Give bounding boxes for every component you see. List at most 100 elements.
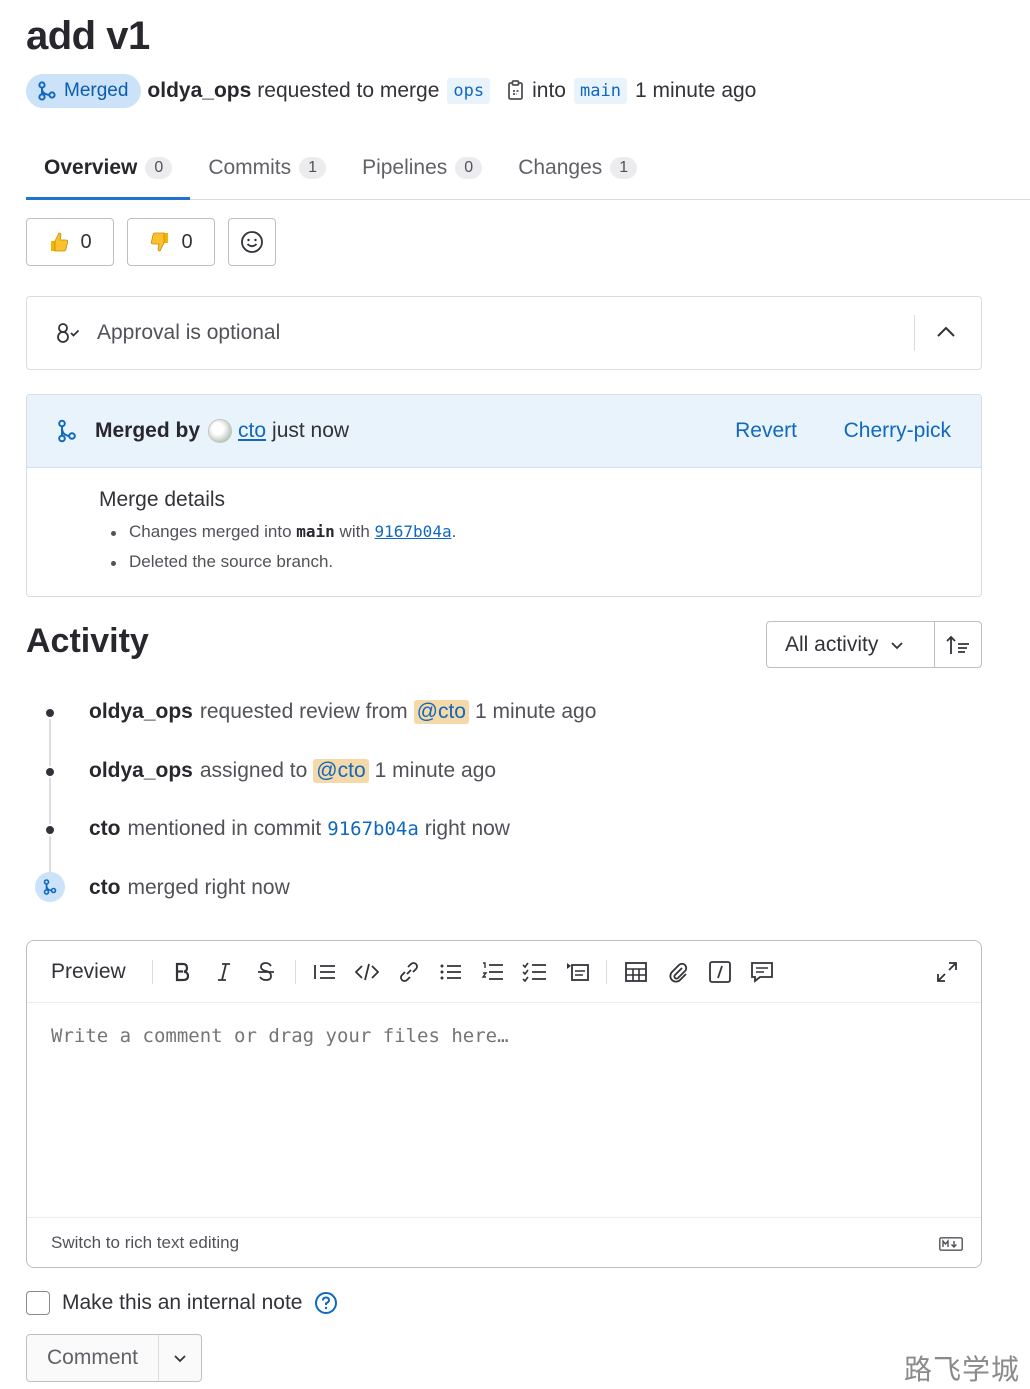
merge-icon: [38, 81, 56, 101]
task-list-icon[interactable]: [514, 954, 556, 990]
merge-details: Merge details Changes merged into main w…: [27, 468, 981, 572]
internal-note-checkbox[interactable]: [26, 1291, 50, 1315]
sort-order-button[interactable]: [935, 622, 981, 667]
quick-actions-icon[interactable]: [699, 954, 741, 990]
comment-split-button: Comment: [26, 1334, 202, 1382]
link-icon[interactable]: [388, 954, 430, 990]
chevron-down-icon: [890, 638, 904, 652]
thumbs-up-count: 0: [80, 230, 92, 253]
merged-header: Merged by cto just now Revert Cherry-pic…: [27, 395, 981, 468]
bold-icon[interactable]: [161, 954, 203, 990]
cherry-pick-button[interactable]: Cherry-pick: [844, 419, 951, 443]
italic-icon[interactable]: [203, 954, 245, 990]
table-icon[interactable]: [615, 954, 657, 990]
divider: [151, 959, 153, 984]
timeline-item: oldya_ops assigned to @cto 1 minute ago: [89, 756, 496, 786]
internal-note-row: Make this an internal note: [26, 1291, 338, 1315]
activity-filter-dropdown[interactable]: All activity: [767, 622, 935, 667]
tab-overview[interactable]: Overview 0: [26, 138, 191, 200]
mr-tabs: Overview 0 Commits 1 Pipelines 0 Changes…: [26, 138, 1030, 200]
merge-icon: [57, 419, 77, 443]
merge-detail-item: Deleted the source branch.: [109, 552, 981, 572]
tab-changes[interactable]: Changes 1: [500, 138, 655, 198]
chevron-down-icon: [173, 1351, 187, 1365]
user-mention[interactable]: @cto: [413, 700, 469, 724]
preview-button[interactable]: Preview: [51, 960, 126, 984]
approval-widget: Approval is optional: [26, 296, 982, 370]
comment-editor: Preview Switch to rich text editing: [26, 940, 982, 1268]
bullet-list-icon[interactable]: [430, 954, 472, 990]
divider: [914, 315, 915, 351]
user-mention[interactable]: @cto: [313, 759, 369, 783]
activity-filter-label: All activity: [785, 632, 879, 656]
commit-sha-link[interactable]: 9167b04a: [327, 818, 419, 840]
timeline-dot: [44, 824, 56, 836]
timeline-time: right now: [424, 817, 510, 840]
detail-branch: main: [296, 522, 335, 541]
editor-toolbar: Preview: [27, 941, 981, 1003]
comment-textarea[interactable]: [27, 1003, 981, 1219]
tab-label: Changes: [518, 156, 603, 179]
revert-button[interactable]: Revert: [735, 419, 797, 443]
tab-count: 1: [610, 157, 638, 179]
copy-branch-icon[interactable]: [506, 80, 526, 102]
thumbs-down-count: 0: [181, 230, 193, 253]
timeline-user[interactable]: cto: [89, 876, 121, 900]
internal-note-label[interactable]: Make this an internal note: [62, 1291, 302, 1315]
editor-footer: Switch to rich text editing: [27, 1217, 981, 1267]
thumbs-up-button[interactable]: 0: [26, 218, 114, 266]
thumbs-up-icon: [48, 231, 70, 253]
source-branch[interactable]: ops: [447, 78, 491, 104]
mr-time: 1 minute ago: [634, 79, 757, 102]
timeline-merge-icon: [35, 872, 65, 902]
commit-sha-link[interactable]: 9167b04a: [375, 522, 452, 541]
tab-count: 0: [455, 157, 483, 179]
sort-icon: [945, 634, 971, 656]
fullscreen-icon[interactable]: [929, 954, 965, 990]
timeline-user[interactable]: cto: [89, 817, 121, 841]
comment-template-icon[interactable]: [741, 954, 783, 990]
merged-time: just now: [272, 419, 350, 442]
merged-widget: Merged by cto just now Revert Cherry-pic…: [26, 394, 982, 597]
activity-filter: All activity: [766, 621, 982, 668]
page-title: add v1: [26, 14, 150, 58]
numbered-list-icon[interactable]: [472, 954, 514, 990]
target-branch[interactable]: main: [573, 78, 627, 104]
reactions: 0 0: [26, 218, 276, 266]
quote-icon[interactable]: [304, 954, 346, 990]
chevron-up-icon[interactable]: [935, 321, 957, 348]
help-icon[interactable]: [314, 1291, 338, 1315]
attach-file-icon[interactable]: [657, 954, 699, 990]
timeline-text: assigned to: [199, 759, 308, 782]
collapsible-section-icon[interactable]: [556, 954, 598, 990]
strikethrough-icon[interactable]: [245, 954, 287, 990]
timeline-dot: [44, 707, 56, 719]
comment-button[interactable]: Comment: [27, 1335, 159, 1381]
timeline-item: cto merged right now: [89, 873, 290, 903]
switch-rich-text-button[interactable]: Switch to rich text editing: [51, 1233, 239, 1253]
divider: [294, 959, 296, 984]
add-reaction-button[interactable]: [228, 218, 276, 266]
timeline-text: merged right now: [127, 876, 290, 899]
comment-options-button[interactable]: [159, 1335, 201, 1381]
tab-pipelines[interactable]: Pipelines 0: [344, 138, 500, 198]
code-icon[interactable]: [346, 954, 388, 990]
status-badge: Merged: [26, 74, 142, 108]
timeline-time: 1 minute ago: [474, 700, 597, 723]
timeline-user[interactable]: oldya_ops: [89, 700, 193, 724]
detail-text: Changes merged into: [129, 522, 292, 541]
timeline-user[interactable]: oldya_ops: [89, 759, 193, 783]
author-link[interactable]: oldya_ops: [147, 79, 251, 103]
merged-by-user[interactable]: cto: [238, 419, 266, 443]
tab-commits[interactable]: Commits 1: [190, 138, 344, 198]
detail-text: with: [339, 522, 370, 541]
tab-label: Pipelines: [362, 156, 448, 179]
avatar[interactable]: [208, 419, 233, 443]
merge-details-title: Merge details: [99, 488, 226, 511]
timeline-text: mentioned in commit: [127, 817, 322, 840]
thumbs-down-button[interactable]: 0: [127, 218, 215, 266]
tab-count: 0: [145, 156, 173, 179]
timeline-text: requested review from: [199, 700, 408, 723]
merge-detail-item: Changes merged into main with 9167b04a.: [109, 522, 981, 542]
timeline-item: oldya_ops requested review from @cto 1 m…: [89, 697, 596, 727]
